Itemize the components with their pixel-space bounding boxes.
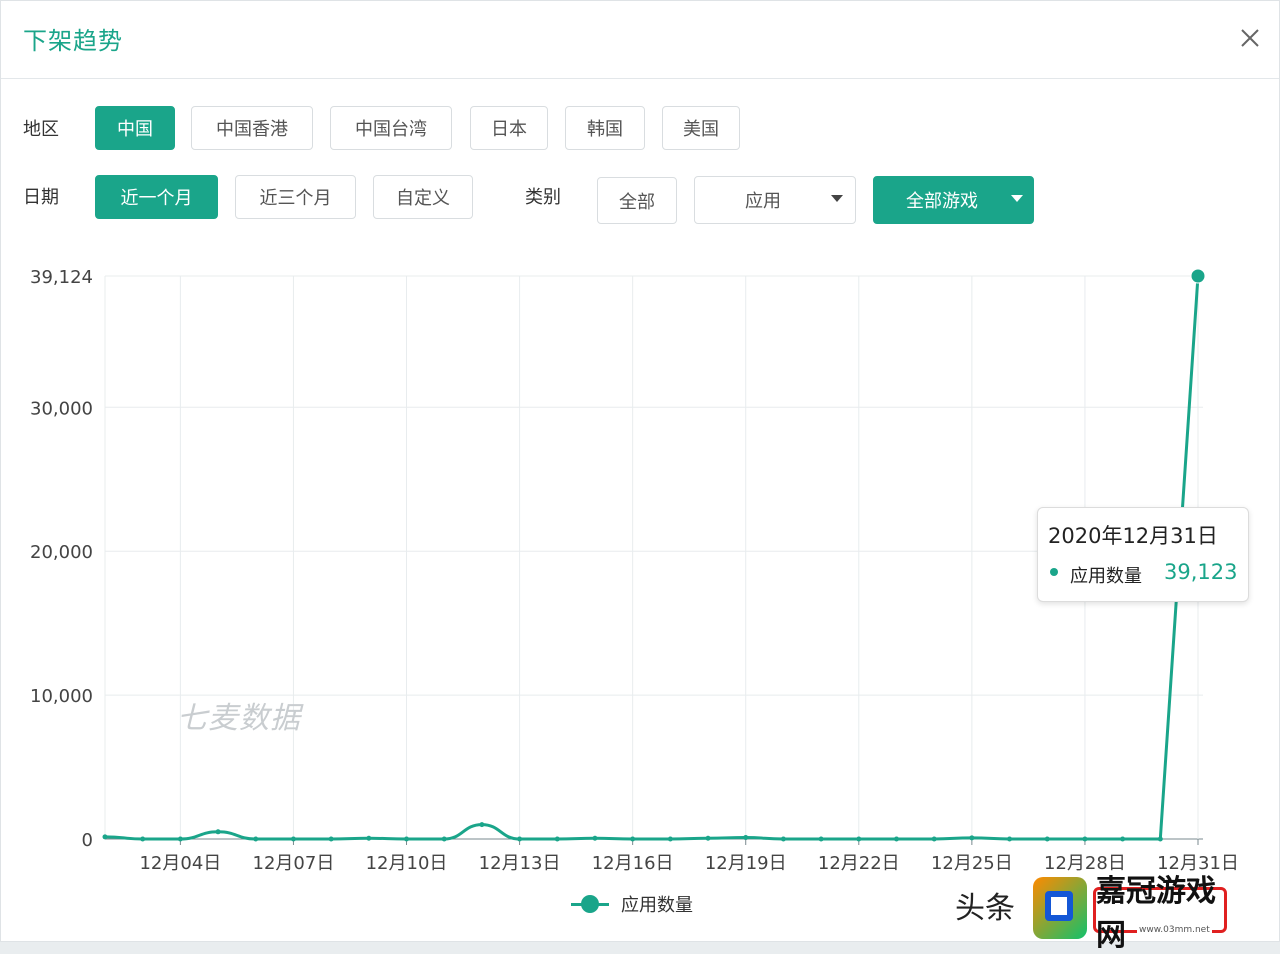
- category-all-button[interactable]: 全部: [597, 177, 677, 224]
- x-tick-label: 12月25日: [931, 853, 1013, 874]
- data-point: [592, 835, 598, 841]
- chart-tooltip: 2020年12月31日 应用数量 39,123: [1037, 507, 1249, 602]
- data-point: [630, 836, 636, 842]
- data-point: [667, 836, 673, 842]
- dialog-title: 下架趋势: [23, 27, 123, 55]
- tooltip-series-dot: [1050, 568, 1058, 576]
- legend-label: 应用数量: [621, 895, 693, 916]
- data-point: [177, 836, 183, 842]
- date-1month-button[interactable]: 近一个月: [95, 175, 218, 219]
- game-select-value: 全部游戏: [906, 191, 978, 212]
- data-point: [366, 835, 372, 841]
- region-hongkong-button[interactable]: 中国香港: [191, 106, 313, 150]
- game-select[interactable]: 全部游戏: [873, 176, 1034, 224]
- series-line-app-count: [104, 275, 1200, 841]
- close-icon[interactable]: [1235, 23, 1265, 53]
- data-point: [705, 835, 711, 841]
- data-point: [1120, 836, 1126, 842]
- trend-dialog: 下架趋势 地区 中国 中国香港 中国台湾 日本 韩国 美国 日期 近一个月 近三…: [0, 0, 1280, 953]
- x-tick-label: 12月22日: [818, 853, 900, 874]
- legend-marker: [571, 894, 609, 913]
- watermark-text: 七麦数据: [177, 701, 301, 736]
- data-point: [517, 836, 523, 842]
- date-3month-button[interactable]: 近三个月: [235, 175, 356, 219]
- category-select[interactable]: 应用: [694, 176, 856, 224]
- data-point: [554, 836, 560, 842]
- data-point: [1190, 268, 1206, 284]
- y-tick-label: 0: [82, 830, 93, 851]
- region-japan-button[interactable]: 日本: [470, 106, 548, 150]
- tooltip-value: 39,123: [1164, 560, 1238, 584]
- data-point: [969, 835, 975, 841]
- x-tick-label: 12月07日: [253, 853, 335, 874]
- brand-logo-icon: [1033, 877, 1087, 939]
- data-point: [780, 836, 786, 842]
- region-usa-button[interactable]: 美国: [662, 106, 740, 150]
- data-point: [441, 836, 447, 842]
- tooltip-series-name: 应用数量: [1070, 566, 1142, 587]
- brand-url: www.03mm.net: [1137, 925, 1212, 935]
- chevron-down-icon: [831, 195, 843, 202]
- date-label: 日期: [23, 187, 59, 208]
- brand-left-text: 头条: [955, 891, 1015, 926]
- data-point: [818, 836, 824, 842]
- y-tick-label: 20,000: [30, 542, 93, 563]
- data-point: [1007, 836, 1013, 842]
- x-tick-label: 12月19日: [705, 853, 787, 874]
- data-point: [253, 836, 259, 842]
- chevron-down-icon: [1011, 195, 1023, 202]
- data-point: [743, 835, 749, 841]
- x-tick-label: 12月04日: [139, 853, 221, 874]
- data-point: [290, 836, 296, 842]
- data-point: [404, 836, 410, 842]
- data-point: [893, 836, 899, 842]
- data-point: [1157, 836, 1163, 842]
- data-point: [102, 834, 108, 840]
- data-point: [931, 836, 937, 842]
- x-tick-label: 12月13日: [479, 853, 561, 874]
- category-select-value: 应用: [745, 191, 781, 212]
- chart-legend-item[interactable]: 应用数量: [571, 891, 693, 917]
- dialog-header: 下架趋势: [1, 1, 1279, 79]
- tooltip-date: 2020年12月31日: [1048, 524, 1218, 548]
- data-point: [328, 836, 334, 842]
- x-tick-label: 12月16日: [592, 853, 674, 874]
- data-point: [856, 836, 862, 842]
- y-tick-label: 10,000: [30, 686, 93, 707]
- region-label: 地区: [23, 119, 59, 140]
- x-tick-label: 12月10日: [366, 853, 448, 874]
- data-point: [140, 836, 146, 842]
- y-tick-label: 39,124: [30, 267, 93, 288]
- region-taiwan-button[interactable]: 中国台湾: [330, 106, 452, 150]
- y-tick-label: 30,000: [30, 398, 93, 419]
- date-custom-button[interactable]: 自定义: [373, 175, 473, 219]
- data-point: [1082, 836, 1088, 842]
- data-point: [1044, 836, 1050, 842]
- region-china-button[interactable]: 中国: [95, 106, 175, 150]
- data-point: [215, 829, 221, 835]
- region-korea-button[interactable]: 韩国: [565, 106, 645, 150]
- category-label: 类别: [525, 187, 561, 208]
- data-point: [479, 822, 485, 828]
